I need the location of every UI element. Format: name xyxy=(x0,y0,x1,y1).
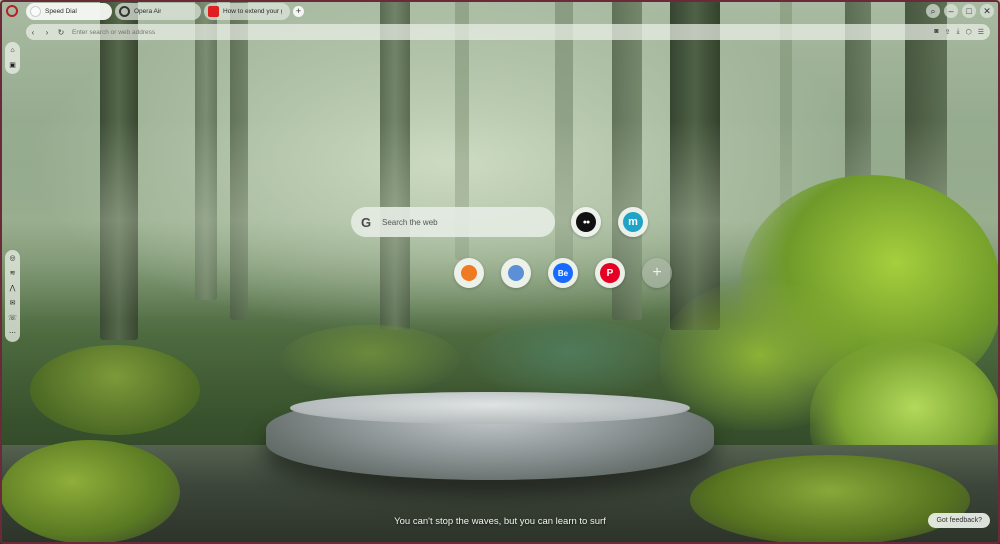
sidebar-top: ⌂ ▣ xyxy=(5,42,20,74)
speed-dial-pinterest[interactable]: P xyxy=(595,258,625,288)
behance-icon: Be xyxy=(553,263,573,283)
new-tab-button[interactable]: + xyxy=(293,5,304,17)
search-placeholder: Search the web xyxy=(382,217,438,227)
tab-label: Opera Air xyxy=(134,7,162,15)
tab-speed-dial[interactable]: Speed Dial xyxy=(26,2,112,20)
speed-dial-orange-site[interactable] xyxy=(454,258,484,288)
maximize-button[interactable]: □ xyxy=(962,4,976,18)
workspace-icon[interactable]: ▣ xyxy=(7,60,18,71)
opera-ai-icon[interactable]: ◎ xyxy=(7,253,18,264)
messenger-icon[interactable]: ✉ xyxy=(7,298,18,309)
add-speed-dial-button[interactable]: + xyxy=(642,258,672,288)
search-tabs-icon[interactable]: ⌕ xyxy=(926,4,940,18)
window-controls: ⌕ – □ ✕ xyxy=(926,4,994,18)
tab-opera-air[interactable]: Opera Air xyxy=(115,2,201,20)
google-icon: G xyxy=(361,214,372,230)
sidebar-apps: ◎ ≋ ⋀ ✉ ☏ ⋯ xyxy=(5,250,20,342)
medium-icon: ●● xyxy=(576,212,596,232)
tab-label: How to extend your ga xyxy=(223,7,282,15)
tab-bar: Speed Dial Opera Air How to extend your … xyxy=(0,0,1000,22)
home-icon[interactable]: ⌂ xyxy=(7,45,18,56)
speed-dial-behance[interactable]: Be xyxy=(548,258,578,288)
share-icon[interactable]: ⇪ xyxy=(945,28,951,36)
extensions-icon[interactable]: ⬡ xyxy=(966,28,972,36)
wallpaper-forest xyxy=(0,0,1000,544)
forward-icon[interactable]: › xyxy=(40,28,54,37)
whatsapp-icon[interactable]: ☏ xyxy=(7,313,18,324)
minimize-button[interactable]: – xyxy=(944,4,958,18)
wallpaper-quote: You can't stop the waves, but you can le… xyxy=(394,516,606,527)
opera-logo-icon[interactable] xyxy=(6,5,18,17)
reload-icon[interactable]: ↻ xyxy=(54,28,68,37)
menu-icon[interactable]: ☰ xyxy=(978,28,984,36)
speed-dial-icon xyxy=(30,5,41,17)
miro-icon: m xyxy=(623,212,643,232)
youtube-icon xyxy=(208,5,219,17)
stretch-icon[interactable]: ⋀ xyxy=(7,283,18,294)
download-icon[interactable]: ⤓ xyxy=(956,28,959,36)
close-button[interactable]: ✕ xyxy=(980,4,994,18)
feedback-button[interactable]: Got feedback? xyxy=(928,513,990,528)
address-input[interactable] xyxy=(68,28,935,36)
tab-label: Speed Dial xyxy=(45,7,77,15)
orange-circle-icon xyxy=(461,265,477,281)
pinterest-icon: P xyxy=(600,263,620,283)
camera-icon[interactable]: ◙ xyxy=(934,28,938,36)
meditation-icon[interactable]: ≋ xyxy=(7,268,18,279)
blue-circle-icon xyxy=(508,265,524,281)
opera-air-icon xyxy=(119,5,130,17)
speed-dial-miro[interactable]: m xyxy=(618,207,648,237)
search-bar[interactable]: G Search the web xyxy=(351,207,555,237)
speed-dial-blue-site[interactable] xyxy=(501,258,531,288)
back-icon[interactable]: ‹ xyxy=(26,28,40,37)
speed-dial-medium[interactable]: ●● xyxy=(571,207,601,237)
tab-youtube-video[interactable]: How to extend your ga xyxy=(204,2,290,20)
address-bar: ‹ › ↻ ◙ ⇪ ⤓ ⬡ ☰ xyxy=(26,24,990,40)
more-icon[interactable]: ⋯ xyxy=(7,328,18,339)
